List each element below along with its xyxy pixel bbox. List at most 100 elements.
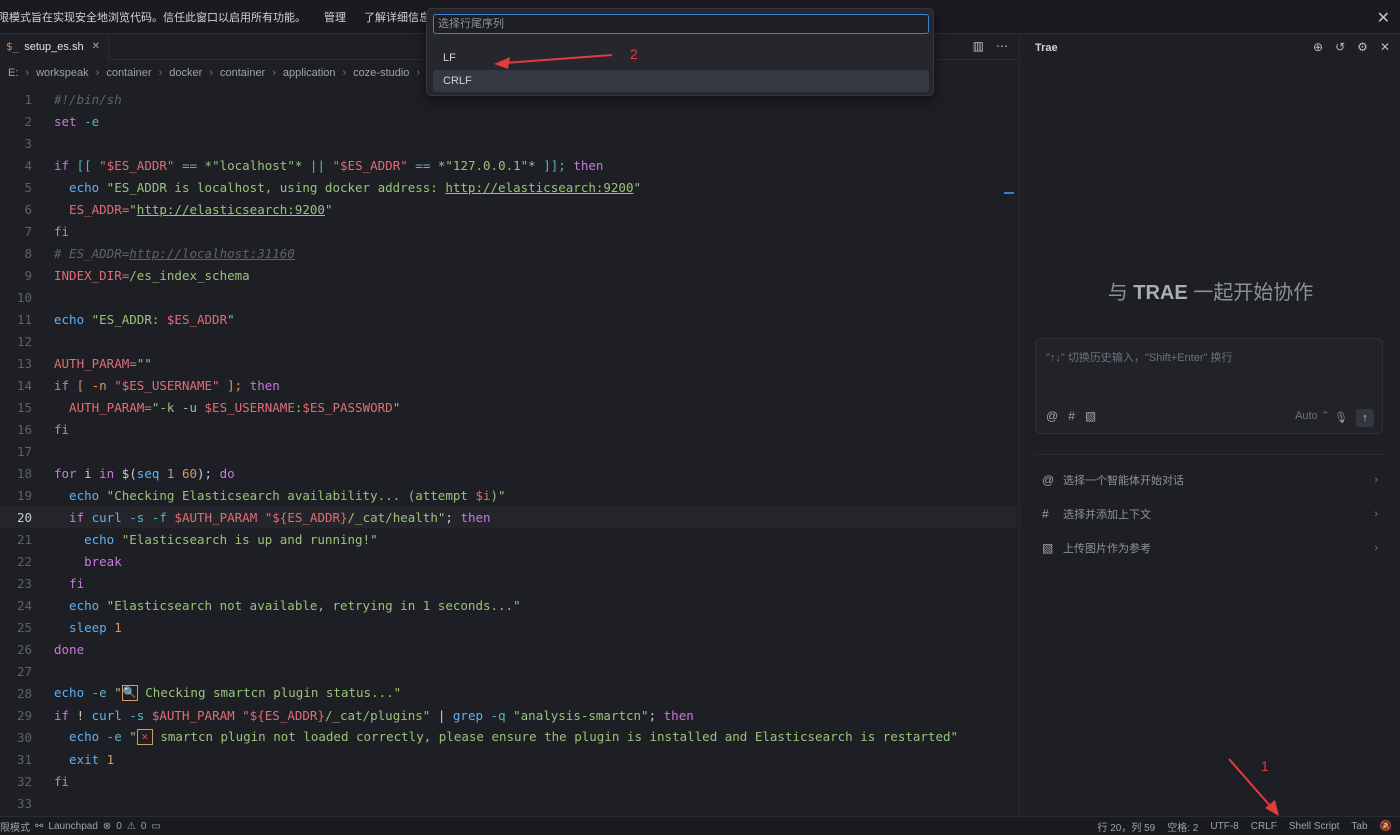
code-token: "" bbox=[136, 355, 152, 371]
mention-icon[interactable]: @ bbox=[1046, 409, 1058, 423]
chat-input-box[interactable]: "↑↓" 切换历史输入，"Shift+Enter" 换行 @ # ▧ Auto … bbox=[1035, 338, 1383, 434]
line-number: 32 bbox=[16, 773, 32, 789]
more-actions-icon[interactable]: ⋯ bbox=[996, 39, 1008, 53]
status-right: 行 20，列 59 空格: 2 UTF-8 CRLF Shell Script … bbox=[1097, 819, 1392, 834]
heading-brand: TRAE bbox=[1133, 282, 1188, 304]
encoding-status[interactable]: UTF-8 bbox=[1210, 821, 1238, 832]
code-token: #!/bin/sh bbox=[54, 91, 122, 107]
code-token: INDEX_DIR= bbox=[54, 267, 130, 283]
code-token: # ES_ADDR= bbox=[54, 245, 130, 261]
close-icon[interactable]: ✕ bbox=[1377, 8, 1390, 28]
warning-icon: ⚠ bbox=[126, 820, 136, 832]
code-line: 13 AUTH_PARAM="" bbox=[0, 352, 1018, 374]
tab-setup-es[interactable]: $_ setup_es.sh ✕ bbox=[0, 33, 109, 60]
language-mode-status[interactable]: Shell Script bbox=[1289, 821, 1340, 832]
code-token: fi bbox=[54, 575, 85, 591]
suggestion-agent[interactable]: @ 选择一个智能体开始对话 › bbox=[1042, 470, 1378, 490]
line-number: 14 bbox=[16, 377, 32, 393]
code-token: AUTH_PARAM= bbox=[54, 399, 152, 415]
code-token: "-k -u bbox=[151, 399, 205, 415]
mention-icon: @ bbox=[1042, 473, 1055, 487]
code-link[interactable]: http://elasticsearch:9200 bbox=[137, 202, 325, 217]
line-number: 22 bbox=[16, 553, 32, 569]
quick-pick-item-lf[interactable]: LF bbox=[433, 47, 929, 69]
close-icon[interactable]: ✕ bbox=[1380, 40, 1390, 54]
tab-close-icon[interactable]: ✕ bbox=[92, 41, 100, 52]
code-token: ); bbox=[197, 465, 220, 481]
heading-prefix: 与 bbox=[1107, 282, 1134, 304]
suggestion-context[interactable]: # 选择并添加上下文 › bbox=[1042, 504, 1378, 524]
tab-status[interactable]: Tab bbox=[1351, 821, 1367, 832]
banner-manage-link[interactable]: 管理 bbox=[324, 9, 346, 25]
comment-icon[interactable]: ▭ bbox=[151, 821, 160, 832]
suggestion-image[interactable]: ▧ 上传图片作为参考 › bbox=[1042, 538, 1378, 558]
breadcrumb-item[interactable]: workspeak bbox=[36, 67, 89, 79]
new-chat-icon[interactable]: ⊕ bbox=[1313, 40, 1323, 54]
code-token: "Elasticsearch is up and running!" bbox=[114, 531, 378, 547]
send-button[interactable]: ↑ bbox=[1356, 409, 1374, 427]
code-token: seq bbox=[136, 465, 160, 481]
eol-status[interactable]: CRLF bbox=[1251, 821, 1277, 832]
code-token: $ES_PASSWORD bbox=[302, 399, 393, 415]
restricted-mode-status[interactable]: 限模式 bbox=[0, 819, 30, 834]
gear-icon[interactable]: ⚙ bbox=[1357, 40, 1368, 54]
shell-file-icon: $_ bbox=[6, 40, 20, 53]
history-icon[interactable]: ↺ bbox=[1335, 40, 1345, 54]
code-link[interactable]: http://elasticsearch:9200 bbox=[445, 180, 633, 195]
banner-text: 限模式旨在实现安全地浏览代码。信任此窗口以启用所有功能。 bbox=[0, 11, 306, 24]
code-token: echo bbox=[54, 487, 100, 503]
notifications-off-icon[interactable]: 🔕 bbox=[1380, 821, 1392, 832]
line-number: 33 bbox=[16, 795, 32, 811]
code-editor[interactable]: 1 #!/bin/sh 2 set -e 3 4 if [[ "$ES_ADDR" =… bbox=[0, 88, 1018, 814]
code-line: 18 for i in $(seq 1 60); do bbox=[0, 462, 1018, 484]
warning-count[interactable]: 0 bbox=[141, 821, 147, 832]
code-token: 1 bbox=[106, 619, 122, 635]
code-line: 29 if ! curl -s $AUTH_PARAM "${ES_ADDR}/_… bbox=[0, 704, 1018, 726]
microphone-icon[interactable]: 🎙 bbox=[1334, 411, 1348, 424]
line-number: 8 bbox=[24, 245, 32, 261]
indentation-status[interactable]: 空格: 2 bbox=[1167, 819, 1198, 834]
heading-suffix: 一起开始协作 bbox=[1187, 282, 1314, 304]
code-token: -e bbox=[76, 113, 100, 129]
code-line: 27 bbox=[0, 660, 1018, 682]
code-token: if bbox=[54, 157, 70, 173]
code-line: 30 echo -e " ✕ smartcn plugin not loaded … bbox=[0, 726, 1018, 748]
code-line: 15 AUTH_PARAM="-k -u $ES_USERNAME:$ES_PA… bbox=[0, 396, 1018, 418]
quick-pick-input[interactable] bbox=[433, 14, 929, 34]
line-number: 2 bbox=[24, 113, 32, 129]
image-icon[interactable]: ▧ bbox=[1085, 409, 1096, 423]
hash-icon[interactable]: # bbox=[1068, 409, 1075, 423]
code-token: i bbox=[76, 465, 100, 481]
code-token: 1 bbox=[99, 751, 115, 767]
line-number: 25 bbox=[16, 619, 32, 635]
breadcrumb-item[interactable]: container bbox=[220, 67, 265, 79]
eol-quick-pick: LF CRLF bbox=[426, 8, 934, 96]
suggestion-label: 选择一个智能体开始对话 bbox=[1063, 475, 1184, 487]
breadcrumb-item[interactable]: E: bbox=[8, 67, 18, 79]
quick-pick-item-crlf[interactable]: CRLF bbox=[433, 70, 929, 92]
line-number: 28 bbox=[16, 685, 32, 701]
breadcrumb-item[interactable]: container bbox=[106, 67, 151, 79]
code-token: -s -f bbox=[121, 509, 175, 525]
model-selector[interactable]: Auto ⌃ bbox=[1295, 409, 1330, 422]
split-editor-icon[interactable]: ▥ bbox=[973, 39, 984, 53]
line-number: 20 bbox=[16, 509, 32, 525]
chevron-right-icon: › bbox=[272, 67, 276, 79]
code-line: 8 # ES_ADDR=http://localhost:31160 bbox=[0, 242, 1018, 264]
code-token: " bbox=[227, 311, 235, 327]
chevron-right-icon: › bbox=[95, 67, 100, 79]
breadcrumb-item[interactable]: application bbox=[283, 67, 336, 79]
breadcrumb-item[interactable]: docker bbox=[169, 67, 202, 79]
code-link[interactable]: http://localhost:31160 bbox=[129, 246, 295, 261]
line-number: 11 bbox=[16, 311, 32, 327]
banner-learn-more-link[interactable]: 了解详细信息 bbox=[364, 9, 430, 25]
code-token: sleep bbox=[54, 619, 107, 635]
error-count[interactable]: 0 bbox=[116, 821, 122, 832]
breadcrumb-item[interactable]: coze-studio bbox=[353, 67, 409, 79]
chevron-right-icon: › bbox=[158, 67, 163, 79]
code-token: in bbox=[99, 465, 115, 481]
launchpad-status[interactable]: Launchpad bbox=[48, 821, 98, 832]
code-token: "Elasticsearch not available, retrying i… bbox=[99, 597, 521, 613]
cursor-position-status[interactable]: 行 20，列 59 bbox=[1097, 819, 1155, 834]
code-token: -e bbox=[99, 728, 130, 744]
